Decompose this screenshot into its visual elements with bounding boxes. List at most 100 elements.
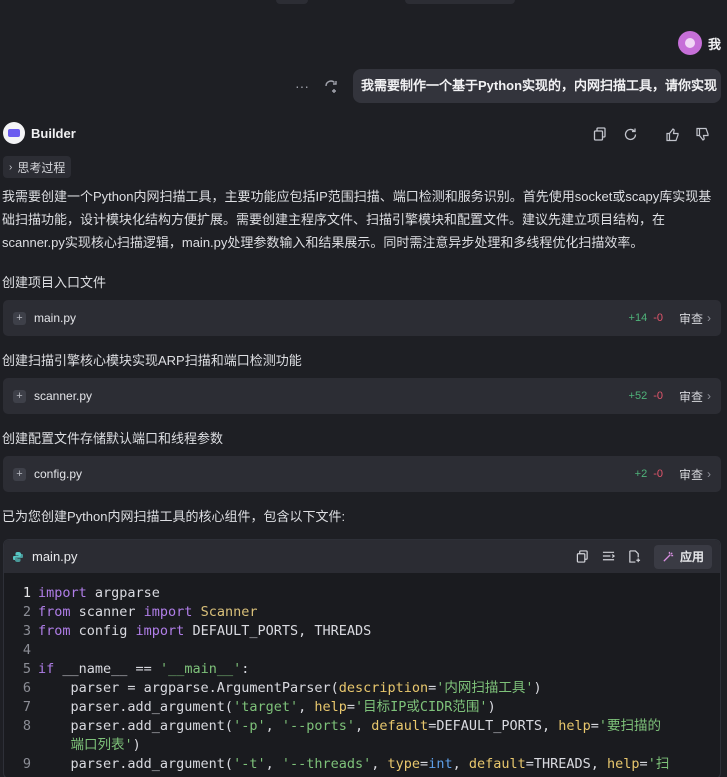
avatar [677,31,702,55]
apply-button[interactable]: 应用 [653,544,712,569]
thinking-label: 思考过程 [17,160,66,175]
file-name: config.py [34,467,83,481]
code-line: 6 parser = argparse.ArgumentParser(descr… [4,679,720,698]
regenerate-icon[interactable] [615,126,645,142]
chevron-right-icon: › [707,311,711,325]
copy-code-icon[interactable] [570,550,596,563]
file-card-config[interactable]: + config.py +2 -0 审查 › [3,456,721,492]
code-token: = [590,718,599,734]
line-number: 1 [22,585,31,601]
line-number: 8 [22,718,31,734]
code-line: 9 parser.add_argument('-t', '--threads',… [4,755,720,774]
step-caption: 创建配置文件存储默认端口和线程参数 [2,431,224,446]
chevron-right-icon: › [707,389,711,403]
code-token: default [468,756,526,772]
code-token: ) [533,680,542,696]
file-name: scanner.py [34,389,93,403]
review-button[interactable]: 审查 › [679,388,711,405]
code-line: 7 parser.add_argument('target', help='目标… [4,698,720,717]
code-token: '--ports' [281,718,356,734]
code-line: 4 [4,641,720,660]
code-token: __name__ == [54,661,160,677]
code-token: = [346,699,356,715]
review-label: 审查 [678,311,703,326]
step-caption: 创建项目入口文件 [2,275,107,290]
insert-code-icon[interactable] [596,550,622,563]
code-token: ) [132,737,141,753]
code-text: 端口列表') [38,736,141,755]
file-card-main[interactable]: + main.py +14 -0 审查 › [3,300,721,336]
diff-stats: +2 -0 [635,468,663,480]
retry-edit-icon[interactable] [323,78,341,94]
code-token: help [314,699,347,715]
code-token: =DEFAULT_PORTS, [428,718,559,734]
code-token: parser.add_argument( [38,699,234,715]
code-token: ) [487,699,496,715]
code-token: , [265,718,282,734]
line-number: 5 [22,661,31,677]
user-name: 我 [707,36,721,52]
code-block-header: main.py 应用 [4,540,720,573]
line-number: 6 [22,680,31,696]
code-token: Scanner [200,604,258,620]
lines-removed: -0 [653,468,663,480]
code-token: scanner [70,604,144,620]
expand-icon[interactable]: + [13,311,26,325]
expand-icon[interactable]: + [13,467,26,481]
code-text: import argparse [38,584,160,603]
code-line: 端口列表') [4,736,720,755]
code-token: , [265,756,282,772]
file-card-scanner[interactable]: + scanner.py +52 -0 审查 › [3,378,721,414]
lines-added: +52 [628,390,648,402]
code-text: from config import DEFAULT_PORTS, THREAD… [38,622,371,641]
code-token: '要扫描的 [598,718,662,734]
lines-added: +2 [634,468,648,480]
code-token: : [241,661,250,677]
expand-icon[interactable]: + [13,389,26,403]
code-token: default [371,718,429,734]
code-line: 8 parser.add_argument('-p', '--ports', d… [4,717,720,736]
code-text: if __name__ == '__main__': [38,660,249,679]
code-token: , [298,699,315,715]
more-icon[interactable]: ··· [293,78,311,94]
code-token: , [371,756,388,772]
code-token: description [338,680,429,696]
code-token: = [420,756,429,772]
review-label: 审查 [678,467,703,482]
new-file-icon[interactable] [622,550,648,563]
code-line: 5 if __name__ == '__main__': [4,660,720,679]
copy-icon[interactable] [585,126,615,142]
thumbs-down-icon[interactable] [687,126,717,142]
lines-added: +14 [628,312,648,324]
magic-wand-icon [662,550,675,563]
line-number: 4 [22,642,31,658]
thinking-toggle[interactable]: › 思考过程 [3,156,72,178]
chevron-right-icon: › [9,161,13,173]
bot-name: Builder [31,125,76,141]
top-toolbar-item [276,0,308,4]
code-token: 端口列表' [38,737,133,753]
code-text: parser.add_argument('-p', '--ports', def… [38,717,662,736]
code-file-name: main.py [32,549,78,564]
code-lines: 1 import argparse 2 from scanner import Sca… [4,573,720,774]
code-token: '__main__' [159,661,242,677]
apply-label: 应用 [679,550,704,564]
user-message-bubble: 我需要制作一个基于Python实现的，内网扫描工具，请你实现 [353,69,721,103]
thumbs-up-icon[interactable] [657,126,687,142]
diff-stats: +14 -0 [629,312,663,324]
bot-intro-text: 我需要创建一个Python内网扫描工具，主要功能应包括IP范围扫描、端口检测和服… [2,189,712,250]
code-line: 1 import argparse [4,584,720,603]
code-token: import [143,604,193,620]
lines-removed: -0 [653,312,663,324]
top-toolbar-item [405,0,515,4]
review-button[interactable]: 审查 › [679,310,711,327]
code-token: DEFAULT_PORTS, THREADS [184,623,372,639]
review-button[interactable]: 审查 › [679,466,711,483]
code-token: argparse [86,585,160,601]
code-token: if [38,661,55,677]
code-token: from [38,623,71,639]
code-token: , [355,718,372,734]
review-label: 审查 [678,389,703,404]
code-token: '内网扫描工具' [436,680,534,696]
